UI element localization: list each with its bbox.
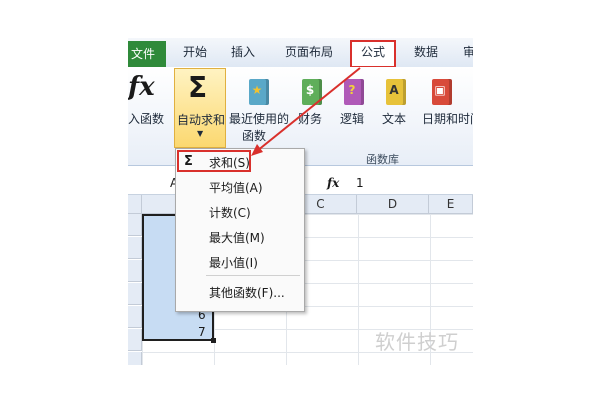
- arrow-line: [256, 67, 361, 152]
- annotation-arrow: [251, 67, 361, 156]
- excel-window: 文件 开始 插入 页面布局 公式 数据 审 fx 入函数 Σ 自动求和 ▼ ★ …: [128, 38, 473, 365]
- watermark-text: 软件技巧: [375, 330, 459, 354]
- arrow-head: [251, 144, 263, 156]
